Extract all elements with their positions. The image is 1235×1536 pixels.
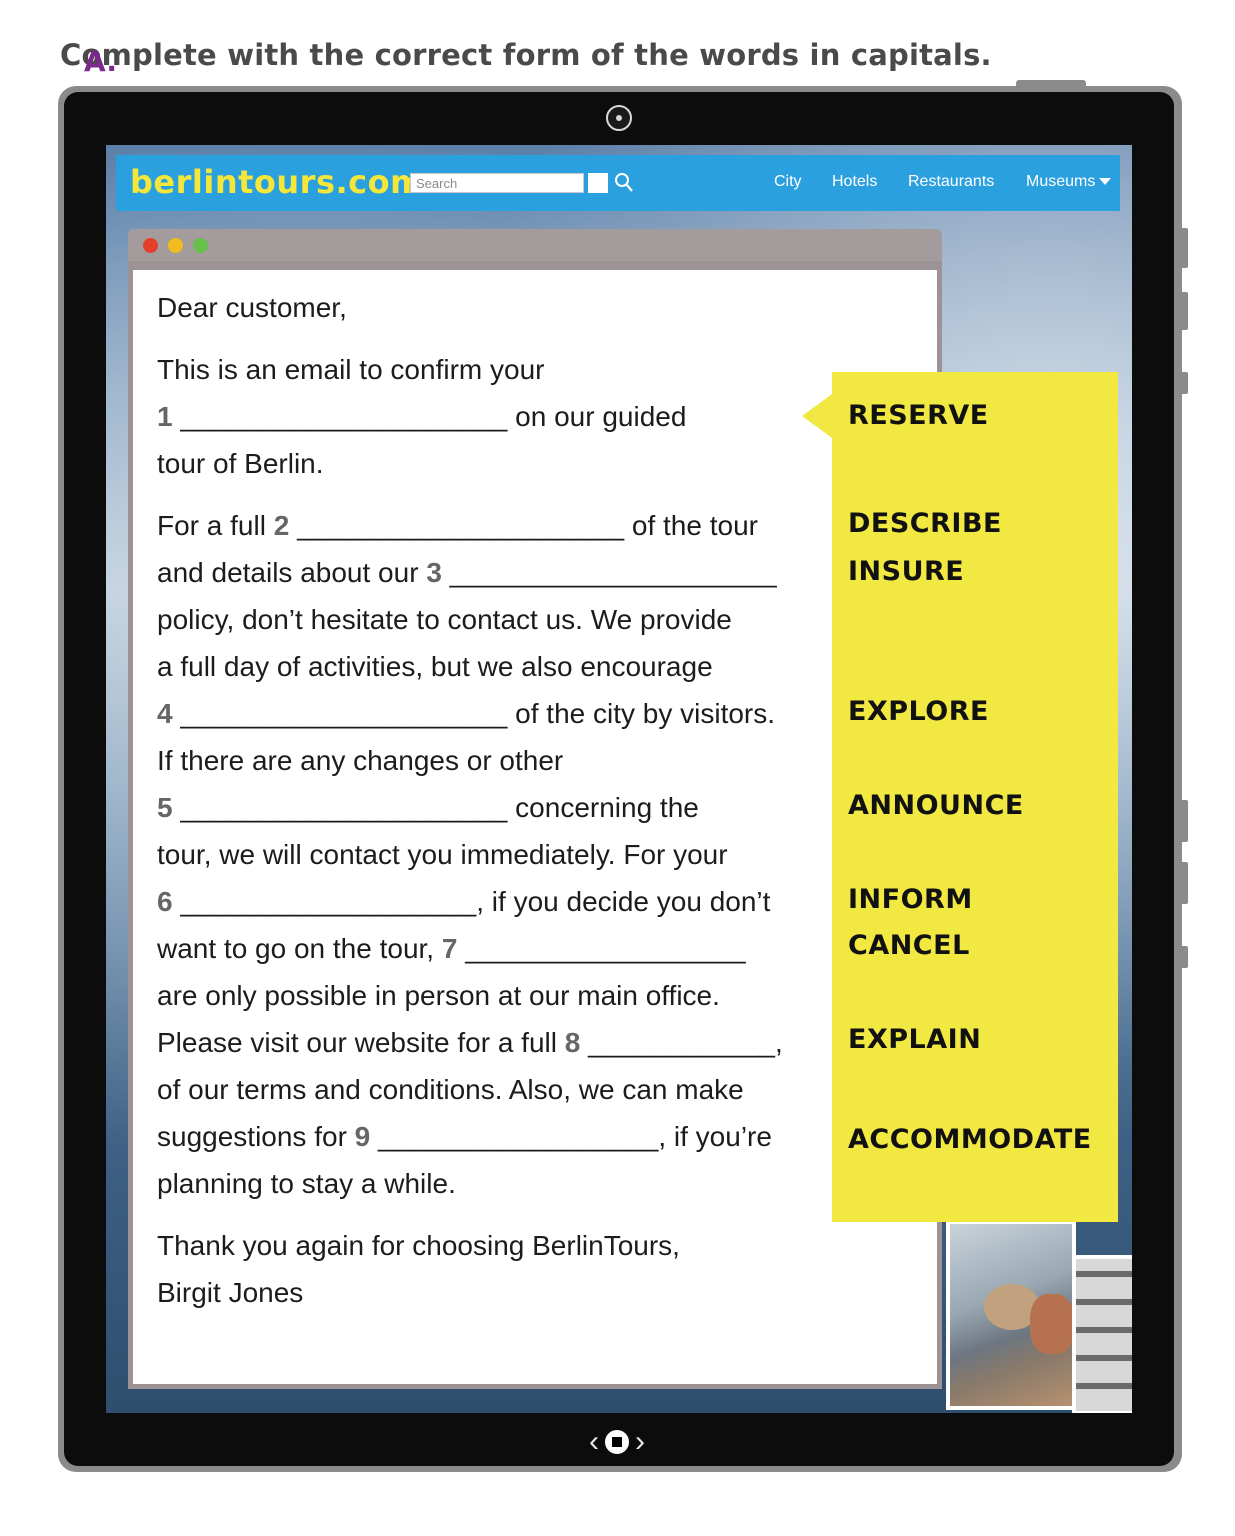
- email-greeting: Dear customer,: [157, 292, 347, 323]
- nav-link-museums[interactable]: Museums: [1026, 173, 1112, 191]
- chevron-right-icon[interactable]: ›: [635, 1425, 645, 1459]
- gap-number: 9: [354, 1121, 371, 1152]
- blank-3[interactable]: _____________________: [450, 557, 777, 588]
- email-signature: Birgit Jones: [157, 1277, 304, 1308]
- email-line: 5 _____________________ concerning the: [157, 784, 837, 831]
- email-line: 6 ___________________, if you decide you…: [157, 878, 837, 925]
- nav-link-city[interactable]: City: [774, 173, 802, 191]
- hotel-room-photo: [946, 1220, 1076, 1410]
- blank-9[interactable]: __________________: [378, 1121, 658, 1152]
- search-button[interactable]: [588, 173, 608, 193]
- word-announce: ANNOUNCE: [848, 790, 1024, 821]
- browser-titlebar: [128, 229, 942, 261]
- close-window-button[interactable]: [143, 238, 158, 253]
- word-panel: RESERVE DESCRIBE INSURE EXPLORE ANNOUNCE…: [832, 372, 1118, 1222]
- gap-number: 6: [157, 886, 173, 917]
- gap-number: 3: [426, 557, 442, 588]
- nav-museums-label: Museums: [1026, 173, 1096, 190]
- blank-8[interactable]: ____________: [588, 1027, 775, 1058]
- search-icon[interactable]: [614, 172, 634, 194]
- site-navbar: berlintours.com Search City Hotels Resta…: [116, 155, 1120, 211]
- email-line: tour, we will contact you immediately. F…: [157, 839, 728, 870]
- email-closing: Thank you again for choosing BerlinTours…: [157, 1230, 680, 1261]
- gap-number: 5: [157, 792, 173, 823]
- blank-4[interactable]: _____________________: [180, 698, 507, 729]
- tablet-side-button: [1180, 800, 1188, 842]
- exercise-letter: A.: [84, 45, 118, 78]
- nav-link-restaurants[interactable]: Restaurants: [908, 173, 994, 191]
- email-fragment: For a full: [157, 510, 266, 541]
- email-fragment: want to go on the tour,: [157, 933, 435, 964]
- email-line: are only possible in person at our main …: [157, 980, 720, 1011]
- email-line: 1 _____________________ on our guided: [157, 393, 837, 440]
- minimize-window-button[interactable]: [168, 238, 183, 253]
- gap-number: 4: [157, 698, 173, 729]
- word-explore: EXPLORE: [848, 696, 989, 727]
- email-fragment: ,: [774, 1027, 783, 1058]
- word-reserve: RESERVE: [848, 400, 989, 431]
- word-insure: INSURE: [848, 556, 965, 587]
- email-fragment: Please visit our website for a full: [157, 1027, 557, 1058]
- word-explain: EXPLAIN: [848, 1024, 982, 1055]
- email-fragment: , if you’re: [658, 1121, 772, 1152]
- word-cancel: CANCEL: [848, 930, 970, 961]
- email-fragment: of the tour: [631, 510, 758, 541]
- panel-pointer: [802, 394, 832, 438]
- word-inform: INFORM: [848, 884, 973, 915]
- blank-7[interactable]: __________________: [465, 933, 745, 964]
- email-line: policy, don’t hesitate to contact us. We…: [157, 604, 732, 635]
- home-button-icon[interactable]: [605, 1430, 629, 1454]
- tablet-side-button: [1180, 372, 1188, 394]
- maximize-window-button[interactable]: [193, 238, 208, 253]
- email-line: want to go on the tour, 7 ______________…: [157, 925, 837, 972]
- tablet-side-button: [1180, 862, 1188, 904]
- word-accommodate: ACCOMMODATE: [848, 1124, 1092, 1155]
- search-input[interactable]: Search: [410, 173, 584, 193]
- tablet-side-button: [1180, 292, 1188, 330]
- email-line: suggestions for 9 __________________, if…: [157, 1113, 837, 1160]
- email-line: planning to stay a while.: [157, 1168, 456, 1199]
- email-line: and details about our 3 ________________…: [157, 549, 837, 596]
- email-line: 4 _____________________ of the city by v…: [157, 690, 837, 737]
- building-photo: [1072, 1255, 1132, 1413]
- email-line: Please visit our website for a full 8 __…: [157, 1019, 837, 1066]
- email-fragment: , if you decide you don’t: [476, 886, 771, 917]
- pillow-shape: [1030, 1294, 1074, 1354]
- gap-number: 7: [441, 933, 458, 964]
- email-line: For a full 2 _____________________ of th…: [157, 502, 837, 549]
- gap-number: 2: [273, 510, 290, 541]
- email-line: If there are any changes or other: [157, 745, 564, 776]
- email-fragment: of the city by visitors.: [515, 698, 776, 729]
- home-control[interactable]: ‹ ›: [582, 1424, 652, 1460]
- blank-5[interactable]: _____________________: [180, 792, 507, 823]
- blank-1[interactable]: _____________________: [180, 401, 507, 432]
- email-fragment: concerning the: [515, 792, 699, 823]
- email-line: This is an email to confirm your: [157, 354, 545, 385]
- email-fragment: and details about our: [157, 557, 419, 588]
- blank-6[interactable]: ___________________: [180, 886, 476, 917]
- chevron-left-icon[interactable]: ‹: [589, 1425, 599, 1459]
- tablet-side-button: [1180, 946, 1188, 968]
- camera-icon: [606, 105, 632, 131]
- tablet-side-button: [1180, 228, 1188, 268]
- email-text: Dear customer, This is an email to confi…: [157, 270, 837, 1316]
- email-fragment: on our guided: [515, 401, 687, 432]
- email-line: a full day of activities, but we also en…: [157, 651, 713, 682]
- gap-number: 1: [157, 401, 173, 432]
- email-fragment: suggestions for: [157, 1121, 347, 1152]
- exercise-instruction: A. Complete with the correct form of the …: [60, 38, 992, 78]
- tablet-screen: berlintours.com Search City Hotels Resta…: [106, 145, 1132, 1413]
- blank-2[interactable]: _____________________: [297, 510, 624, 541]
- caret-down-icon: [1099, 178, 1112, 186]
- gap-number: 8: [564, 1027, 581, 1058]
- site-logo[interactable]: berlintours.com: [130, 163, 424, 201]
- word-describe: DESCRIBE: [848, 508, 1002, 539]
- email-line: tour of Berlin.: [157, 448, 324, 479]
- nav-link-hotels[interactable]: Hotels: [832, 173, 877, 191]
- email-line: of our terms and conditions. Also, we ca…: [157, 1074, 744, 1105]
